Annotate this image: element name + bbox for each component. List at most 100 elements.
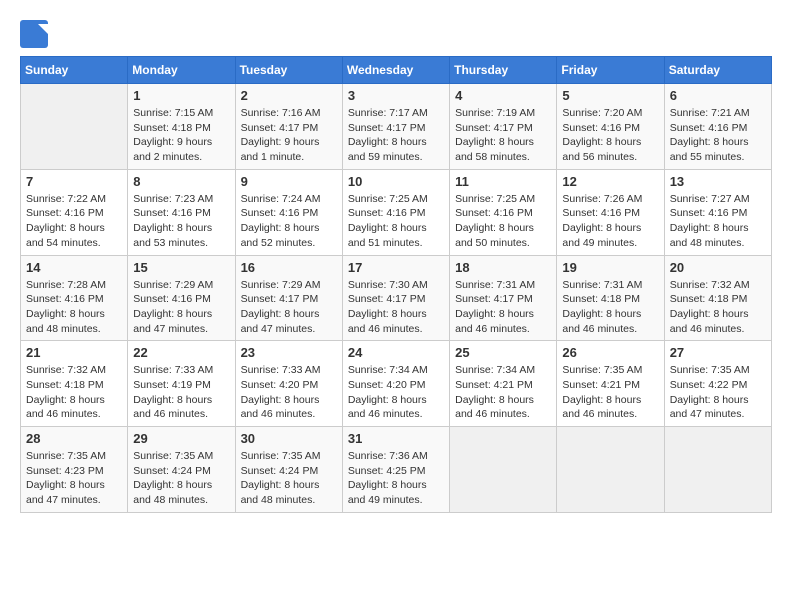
daylight-hours: Daylight: 8 hours and 48 minutes. — [133, 479, 212, 506]
sunset: Sunset: 4:16 PM — [241, 207, 319, 219]
day-info: Sunrise: 7:29 AMSunset: 4:16 PMDaylight:… — [133, 278, 229, 337]
day-info: Sunrise: 7:36 AMSunset: 4:25 PMDaylight:… — [348, 449, 444, 508]
sunset: Sunset: 4:20 PM — [241, 379, 319, 391]
header-monday: Monday — [128, 57, 235, 84]
sunrise: Sunrise: 7:16 AM — [241, 107, 321, 119]
calendar-cell: 17 Sunrise: 7:30 AMSunset: 4:17 PMDayligh… — [342, 255, 449, 341]
day-info: Sunrise: 7:25 AMSunset: 4:16 PMDaylight:… — [455, 192, 551, 251]
daylight-hours: Daylight: 8 hours and 48 minutes. — [241, 479, 320, 506]
day-number: 29 — [133, 431, 229, 446]
sunset: Sunset: 4:17 PM — [241, 293, 319, 305]
daylight-hours: Daylight: 8 hours and 54 minutes. — [26, 222, 105, 249]
calendar-cell: 21 Sunrise: 7:32 AM Sunset: 4:18 PM Dayligh… — [21, 341, 128, 427]
calendar-cell: 5Sunrise: 7:20 AMSunset: 4:16 PMDaylight… — [557, 84, 664, 170]
day-number: 21 — [26, 345, 122, 360]
daylight-hours: Daylight: 8 hours and 46 minutes. — [133, 394, 212, 421]
day-number: 10 — [348, 174, 444, 189]
day-info: Sunrise: 7:33 AMSunset: 4:20 PMDaylight:… — [241, 363, 337, 422]
day-number: 31 — [348, 431, 444, 446]
daylight-hours: Daylight: 8 hours and 46 minutes. — [670, 308, 749, 335]
daylight-hours: Daylight: 8 hours and 51 minutes. — [348, 222, 427, 249]
header-wednesday: Wednesday — [342, 57, 449, 84]
daylight-hours: Daylight: 8 hours and 47 minutes. — [241, 308, 320, 335]
calendar-week-3: 21 Sunrise: 7:32 AM Sunset: 4:18 PM Dayligh… — [21, 341, 772, 427]
sunrise: Sunrise: 7:35 AM — [562, 364, 642, 376]
sunrise: Sunrise: 7:32 AM — [670, 279, 750, 291]
sunset: Sunset: 4:17 PM — [455, 293, 533, 305]
daylight-hours: Daylight: 9 hours and 2 minutes. — [133, 136, 212, 163]
day-number: 12 — [562, 174, 658, 189]
day-info: Sunrise: 7:22 AMSunset: 4:16 PMDaylight:… — [26, 192, 122, 251]
sunrise: Sunrise: 7:26 AM — [562, 193, 642, 205]
sunset: Sunset: 4:19 PM — [133, 379, 211, 391]
calendar-cell: 18Sunrise: 7:31 AMSunset: 4:17 PMDayligh… — [450, 255, 557, 341]
day-info: Sunrise: 7:26 AMSunset: 4:16 PMDaylight:… — [562, 192, 658, 251]
daylight-hours: Daylight: 8 hours and 56 minutes. — [562, 136, 641, 163]
daylight-hours: Daylight: 8 hours and 48 minutes. — [26, 308, 105, 335]
daylight-hours: Daylight: 8 hours and 49 minutes. — [562, 222, 641, 249]
day-number: 19 — [562, 260, 658, 275]
sunrise: Sunrise: 7:32 AM — [26, 364, 106, 376]
sunrise: Sunrise: 7:35 AM — [26, 450, 106, 462]
day-info: Sunrise: 7:29 AM Sunset: 4:17 PM Daylight:… — [241, 278, 337, 337]
day-info: Sunrise: 7:15 AMSunset: 4:18 PMDaylight:… — [133, 106, 229, 165]
calendar-cell: 14Sunrise: 7:28 AMSunset: 4:16 PMDayligh… — [21, 255, 128, 341]
calendar-table: Sunday Monday Tuesday Wednesday Thursday… — [20, 56, 772, 513]
calendar-body: 1Sunrise: 7:15 AMSunset: 4:18 PMDaylight… — [21, 84, 772, 513]
sunrise: Sunrise: 7:21 AM — [670, 107, 750, 119]
daylight-hours: Daylight: 8 hours and 52 minutes. — [241, 222, 320, 249]
calendar-cell: 19Sunrise: 7:31 AMSunset: 4:18 PMDayligh… — [557, 255, 664, 341]
sunrise: Sunrise: 7:27 AM — [670, 193, 750, 205]
daylight-hours: Daylight: 8 hours and 46 minutes. — [26, 394, 105, 421]
day-number: 9 — [241, 174, 337, 189]
day-info: Sunrise: 7:35 AMSunset: 4:21 PMDaylight:… — [562, 363, 658, 422]
logo — [20, 20, 50, 48]
header-thursday: Thursday — [450, 57, 557, 84]
header-tuesday: Tuesday — [235, 57, 342, 84]
day-info: Sunrise: 7:24 AMSunset: 4:16 PMDaylight:… — [241, 192, 337, 251]
sunrise: Sunrise: 7:19 AM — [455, 107, 535, 119]
day-number: 20 — [670, 260, 766, 275]
daylight-hours: Daylight: 8 hours and 55 minutes. — [670, 136, 749, 163]
day-info: Sunrise: 7:33 AM Sunset: 4:19 PM Daylight:… — [133, 363, 229, 422]
sunset: Sunset: 4:16 PM — [670, 122, 748, 134]
daylight-hours: Daylight: 8 hours and 46 minutes. — [562, 308, 641, 335]
day-number: 11 — [455, 174, 551, 189]
day-info: Sunrise: 7:30 AMSunset: 4:17 PMDaylight:… — [348, 278, 444, 337]
calendar-cell: 27Sunrise: 7:35 AMSunset: 4:22 PMDayligh… — [664, 341, 771, 427]
sunrise: Sunrise: 7:31 AM — [455, 279, 535, 291]
sunset: Sunset: 4:18 PM — [26, 379, 104, 391]
day-info: Sunrise: 7:35 AMSunset: 4:24 PMDaylight:… — [241, 449, 337, 508]
calendar-cell: 11 Sunrise: 7:25 AMSunset: 4:16 PMDayligh… — [450, 169, 557, 255]
day-info: Sunrise: 7:35 AMSunset: 4:24 PMDaylight:… — [133, 449, 229, 508]
day-info: Sunrise: 7:32 AM Sunset: 4:18 PM Daylight:… — [26, 363, 122, 422]
sunrise: Sunrise: 7:29 AM — [241, 279, 321, 291]
calendar-cell — [21, 84, 128, 170]
calendar-week-0: 1Sunrise: 7:15 AMSunset: 4:18 PMDaylight… — [21, 84, 772, 170]
sunrise: Sunrise: 7:33 AM — [133, 364, 213, 376]
sunset: Sunset: 4:20 PM — [348, 379, 426, 391]
header-saturday: Saturday — [664, 57, 771, 84]
day-number: 18 — [455, 260, 551, 275]
sunrise: Sunrise: 7:15 AM — [133, 107, 213, 119]
sunrise: Sunrise: 7:29 AM — [133, 279, 213, 291]
calendar-cell: 9 Sunrise: 7:24 AMSunset: 4:16 PMDaylight… — [235, 169, 342, 255]
sunset: Sunset: 4:16 PM — [133, 293, 211, 305]
day-info: Sunrise: 7:19 AMSunset: 4:17 PMDaylight:… — [455, 106, 551, 165]
daylight-hours: Daylight: 8 hours and 46 minutes. — [455, 394, 534, 421]
logo-icon — [20, 20, 48, 48]
sunset: Sunset: 4:16 PM — [562, 122, 640, 134]
day-number: 14 — [26, 260, 122, 275]
day-number: 15 — [133, 260, 229, 275]
weekday-row: Sunday Monday Tuesday Wednesday Thursday… — [21, 57, 772, 84]
day-info: Sunrise: 7:31 AMSunset: 4:17 PMDaylight:… — [455, 278, 551, 337]
sunrise: Sunrise: 7:20 AM — [562, 107, 642, 119]
calendar-cell — [557, 427, 664, 513]
sunset: Sunset: 4:16 PM — [670, 207, 748, 219]
calendar-cell — [450, 427, 557, 513]
sunrise: Sunrise: 7:35 AM — [241, 450, 321, 462]
day-number: 23 — [241, 345, 337, 360]
day-number: 17 — [348, 260, 444, 275]
daylight-hours: Daylight: 8 hours and 46 minutes. — [562, 394, 641, 421]
daylight-hours: Daylight: 8 hours and 46 minutes. — [348, 394, 427, 421]
